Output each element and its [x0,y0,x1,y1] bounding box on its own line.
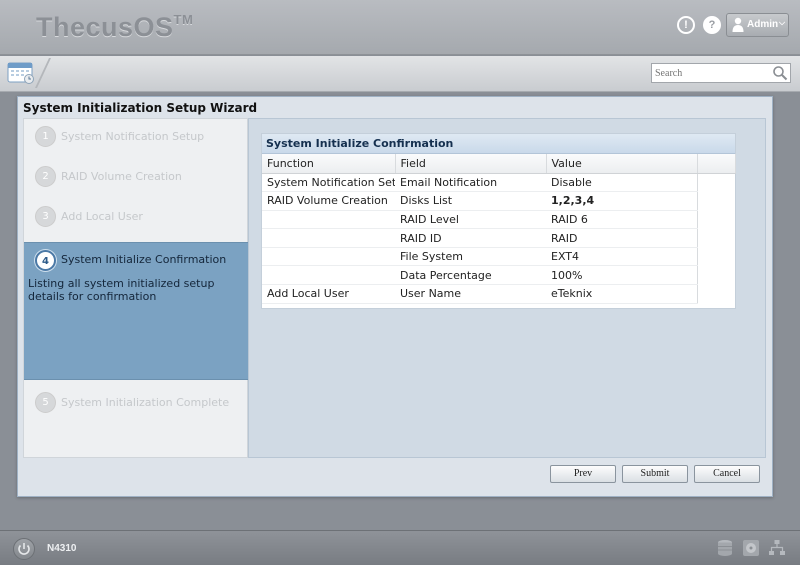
logo: ThecusOSTM [36,12,193,43]
search-icon[interactable] [772,65,788,81]
step-number: 3 [35,206,56,227]
column-header-spacer [697,154,736,174]
cell-function [262,210,395,230]
cell-field: User Name [395,284,546,304]
cell-spacer [696,228,735,248]
wizard-title: System Initialization Setup Wizard [23,101,258,115]
cell-function: RAID Volume Creation [262,191,395,211]
step-5: 5 System Initialization Complete [24,385,249,425]
cell-value: eTeknix [546,284,697,304]
logo-text: ThecusOS [36,12,174,42]
cell-value: EXT4 [546,247,697,267]
table-row: RAID Level RAID 6 [262,210,735,230]
cell-value: Disable [546,173,697,193]
cell-function [262,228,395,248]
cell-field: File System [395,247,546,267]
cell-function: System Notification Setup [262,173,395,193]
calendar-app-icon[interactable] [7,60,35,84]
cell-field: Email Notification [395,173,546,193]
device-model: N4310 [47,543,77,554]
table-row: RAID ID RAID [262,228,735,248]
table-row: Data Percentage 100% [262,265,735,286]
submit-button[interactable]: Submit [622,465,688,483]
alert-icon[interactable]: ! [677,16,695,34]
wizard-steps: 1 System Notification Setup 2 RAID Volum… [23,118,249,458]
setup-wizard-window: System Initialization Setup Wizard 1 Sys… [17,96,773,497]
cell-value: 100% [546,265,697,286]
step-number: 4 [35,250,56,271]
cancel-button[interactable]: Cancel [694,465,760,483]
bottom-taskbar: N4310 [0,530,800,565]
network-icon[interactable] [768,539,786,557]
step-label: System Initialize Confirmation [61,253,227,266]
step-label: System Initialization Complete [61,396,230,409]
cell-spacer [696,265,735,285]
toolbar-divider [35,58,51,88]
table-row: File System EXT4 [262,247,735,267]
cell-field: RAID ID [395,228,546,248]
logo-tm: TM [173,12,194,27]
step-description: Listing all system initialized setup det… [28,277,215,303]
cell-value: 1,2,3,4 [546,191,697,211]
step-4-active: 4 System Initialize Confirmation Listing… [24,242,249,380]
cell-function [262,265,395,286]
step-1: 1 System Notification Setup [24,119,249,159]
step-number: 2 [35,166,56,187]
table-row: Add Local User User Name eTeknix [262,284,735,304]
step-3: 3 Add Local User [24,199,249,239]
cell-value: RAID [546,228,697,248]
panel-title: System Initialize Confirmation [262,134,735,154]
storage-icon[interactable] [716,539,734,557]
table-row: System Notification Setup Email Notifica… [262,173,735,193]
help-icon[interactable]: ? [703,16,721,34]
cell-function: Add Local User [262,284,395,304]
column-header-function[interactable]: Function [262,154,396,174]
cell-spacer [696,210,735,229]
search-input[interactable] [652,64,767,82]
cell-value: RAID 6 [546,210,697,230]
wizard-content: System Initialize Confirmation Function … [248,118,766,458]
step-label: Add Local User [61,210,143,223]
cell-spacer [696,173,735,192]
cell-field: Disks List [395,191,546,211]
disc-icon[interactable] [742,539,760,557]
user-menu-label: Admin [747,19,779,30]
power-button[interactable] [13,538,35,560]
cell-spacer [696,191,735,211]
user-icon [732,17,744,32]
table-row: RAID Volume Creation Disks List 1,2,3,4 [262,191,735,211]
chevron-down-icon: ⌵ [779,18,786,27]
table-header-row: Function Field Value [262,154,736,174]
user-menu-button[interactable]: Admin ⌵ [726,13,789,37]
column-header-value[interactable]: Value [546,154,698,174]
step-number: 5 [35,392,56,413]
step-number: 1 [35,126,56,147]
step-label: RAID Volume Creation [61,170,182,183]
column-header-field[interactable]: Field [395,154,547,174]
cell-field: RAID Level [395,210,546,230]
cell-function [262,247,395,267]
cell-spacer [696,284,735,304]
confirmation-panel: System Initialize Confirmation Function … [261,133,736,309]
step-2: 2 RAID Volume Creation [24,159,249,199]
top-header: ThecusOSTM ! ? Admin ⌵ [0,0,800,55]
confirmation-table: Function Field Value System Notification… [262,154,736,304]
cell-spacer [696,247,735,266]
search-box[interactable] [651,63,791,83]
power-icon [18,543,30,555]
prev-button[interactable]: Prev [550,465,616,483]
cell-field: Data Percentage [395,265,546,286]
step-label: System Notification Setup [61,130,205,143]
